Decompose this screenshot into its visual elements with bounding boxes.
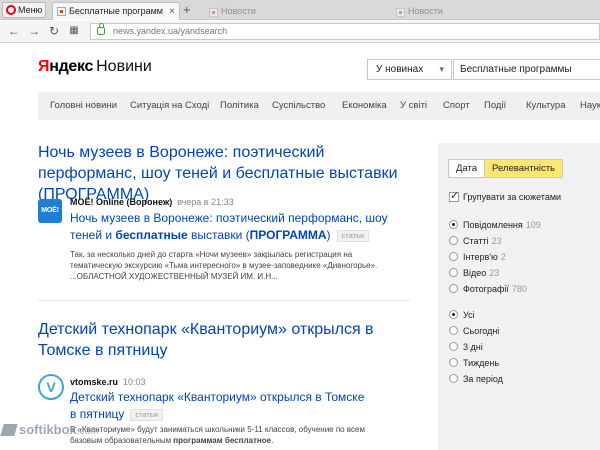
category-link[interactable]: Суспільство xyxy=(272,92,325,120)
radio[interactable] xyxy=(449,268,458,277)
browser-tab-title: Новости xyxy=(221,6,256,16)
search-input[interactable]: Бесплатные программы xyxy=(453,59,600,80)
browser-menu-button[interactable]: Меню xyxy=(2,2,46,18)
filter-period-option[interactable]: 3 дні xyxy=(449,342,483,352)
result-divider xyxy=(38,300,410,301)
speed-dial-grid-icon[interactable]: ▦ xyxy=(66,23,82,39)
reload-icon[interactable]: ↻ xyxy=(46,23,62,39)
category-link[interactable]: Наук xyxy=(580,92,600,120)
filter-period-option[interactable]: Усі xyxy=(449,310,475,320)
source-logo: МОЁ! xyxy=(38,199,62,223)
news-source-name[interactable]: vtomske.ru xyxy=(70,377,118,387)
forward-arrow-icon[interactable]: → xyxy=(26,23,42,39)
browser-tab-title: Новости xyxy=(408,6,443,16)
category-link[interactable]: Ситуація на Сході xyxy=(130,92,209,120)
article-snippet: В «Кванториуме» будут заниматься школьни… xyxy=(70,425,365,445)
news-source-row: vtomske.ru 10:03 xyxy=(70,377,146,387)
browser-tab-active[interactable]: Бесплатные программ × xyxy=(52,2,180,20)
yandex-favicon-icon xyxy=(209,8,218,17)
browser-tab-title: Бесплатные программ xyxy=(69,6,163,16)
browser-tab[interactable]: Новости xyxy=(392,4,542,20)
search-input-value: Бесплатные программы xyxy=(460,64,572,75)
category-link[interactable]: Політика xyxy=(220,92,259,120)
article-type-tag: статья xyxy=(336,229,370,242)
category-link[interactable]: Події xyxy=(484,92,506,120)
radio[interactable] xyxy=(449,284,458,293)
opera-logo-icon xyxy=(6,5,16,15)
filter-count: 109 xyxy=(525,220,541,230)
chevron-down-icon: ▾ xyxy=(439,64,444,74)
sort-by-relevance-button[interactable]: Релевантність xyxy=(484,160,562,177)
radio-selected[interactable] xyxy=(449,220,458,229)
story-title-link[interactable]: Детский технопарк «Кванториум» открылся … xyxy=(38,319,398,361)
filter-count: 23 xyxy=(491,236,502,246)
filter-type-option[interactable]: Повідомлення 109 xyxy=(449,220,541,230)
news-time: 10:03 xyxy=(123,377,146,387)
category-link[interactable]: Спорт xyxy=(443,92,470,120)
source-logo: V xyxy=(38,374,64,400)
radio-selected[interactable] xyxy=(449,310,458,319)
category-link[interactable]: У світі xyxy=(400,92,427,120)
logo-yandex-text: Яндекс xyxy=(38,58,94,75)
filter-period-option[interactable]: За період xyxy=(449,374,503,384)
address-bar[interactable]: news.yandex.ua/yandsearch xyxy=(90,23,600,40)
filter-sidebar: Дата Релевантність Групувати за сюжетами… xyxy=(438,143,600,450)
radio[interactable] xyxy=(449,236,458,245)
yandex-favicon-icon xyxy=(396,8,405,17)
search-scope-select[interactable]: У новинах ▾ xyxy=(367,59,452,80)
news-source-row: МОЁ! Online (Воронеж) вчера в 21:33 xyxy=(70,197,234,207)
filter-type-option[interactable]: Фотографії 780 xyxy=(449,284,527,294)
close-icon[interactable]: × xyxy=(169,3,175,20)
lock-icon xyxy=(97,23,105,35)
new-tab-button[interactable]: + xyxy=(183,3,191,17)
radio[interactable] xyxy=(449,374,458,383)
story-title-link[interactable]: Ночь музеев в Воронеже: поэтический перф… xyxy=(38,142,418,205)
category-link[interactable]: Культура xyxy=(526,92,566,120)
checkbox-checked[interactable] xyxy=(449,189,459,202)
article-type-tag: статья xyxy=(130,408,163,421)
news-time: вчера в 21:33 xyxy=(177,197,234,207)
logo-product-text: Новини xyxy=(96,58,152,75)
radio[interactable] xyxy=(449,326,458,335)
group-by-story-checkbox[interactable]: Групувати за сюжетами xyxy=(449,189,562,202)
article-title-link[interactable]: Ночь музеев в Воронеже: поэтический перф… xyxy=(70,210,405,244)
category-link[interactable]: Економіка xyxy=(342,92,387,120)
filter-type-option[interactable]: Статті 23 xyxy=(449,236,502,246)
radio[interactable] xyxy=(449,342,458,351)
watermark: softikbox.com xyxy=(0,422,98,437)
watermark-logo-icon xyxy=(0,424,18,436)
filter-type-option[interactable]: Відео 23 xyxy=(449,268,499,278)
search-scope-value: У новинах xyxy=(376,64,424,75)
browser-tab[interactable]: Новости xyxy=(205,4,355,20)
filter-period-option[interactable]: Тиждень xyxy=(449,358,499,368)
sort-toggle: Дата Релевантність xyxy=(448,159,563,178)
yandex-news-logo[interactable]: Яндекс Новини xyxy=(38,58,152,76)
url-host: news.yandex.ua xyxy=(113,26,179,36)
radio[interactable] xyxy=(449,252,458,261)
category-nav: Головні новини Ситуація на Сході Політик… xyxy=(38,92,600,120)
group-by-story-label: Групувати за сюжетами xyxy=(463,192,562,202)
yandex-favicon-icon xyxy=(57,7,66,16)
radio[interactable] xyxy=(449,358,458,367)
filter-count: 23 xyxy=(489,268,500,278)
back-arrow-icon[interactable]: ← xyxy=(6,23,22,39)
news-source-name[interactable]: МОЁ! Online (Воронеж) xyxy=(70,197,172,207)
browser-menu-label: Меню xyxy=(18,5,43,15)
filter-count: 780 xyxy=(511,284,527,294)
sort-by-date-button[interactable]: Дата xyxy=(449,160,485,177)
filter-type-option[interactable]: Інтерв'ю 2 xyxy=(449,252,506,262)
article-title-link[interactable]: Детский технопарк «Кванториум» открылся … xyxy=(70,389,370,423)
url-path: /yandsearch xyxy=(178,26,228,36)
category-link[interactable]: Головні новини xyxy=(50,92,117,120)
filter-period-option[interactable]: Сьогодні xyxy=(449,326,499,336)
article-snippet: Так, за несколько дней до старта «Ночи м… xyxy=(70,250,378,281)
browser-nav-bar: ← → ↻ ▦ news.yandex.ua/yandsearch xyxy=(0,21,600,43)
browser-tab-bar: Меню Бесплатные программ × + Новости Нов… xyxy=(0,0,600,20)
filter-count: 2 xyxy=(500,252,506,262)
